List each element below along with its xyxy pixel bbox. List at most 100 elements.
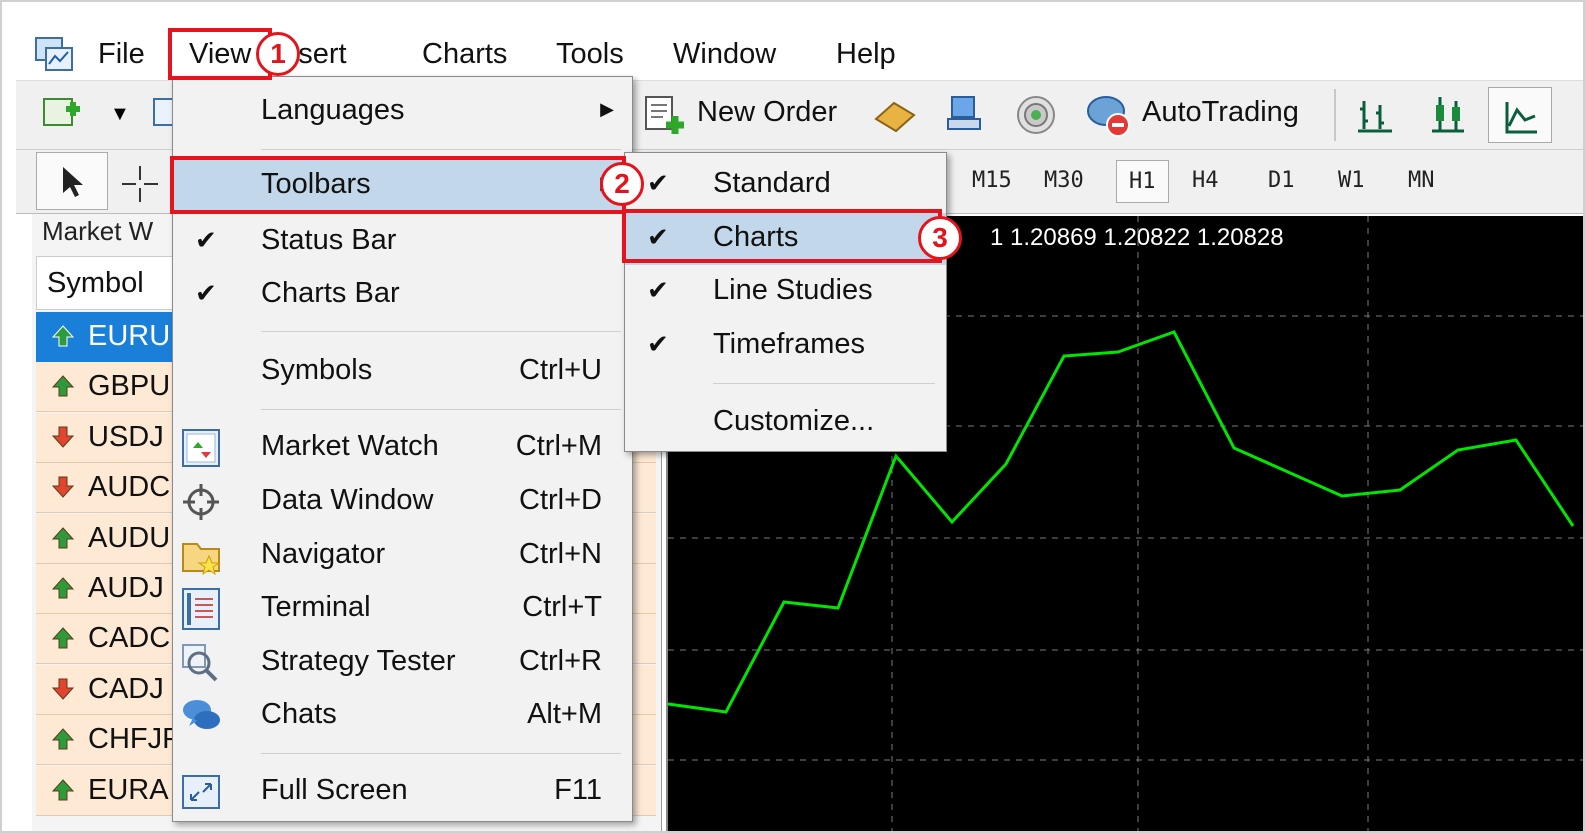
menu-item-toolbars[interactable]: Toolbars ▶ [173, 159, 632, 211]
menu-item-charts-bar[interactable]: ✔ Charts Bar [173, 268, 632, 320]
symbol-name: USDJ [88, 420, 164, 453]
new-order-icon[interactable] [642, 93, 686, 137]
menu-item-shortcut: Ctrl+T [522, 591, 602, 623]
menu-charts[interactable]: Charts [422, 28, 507, 80]
timeframe-mn[interactable]: MN [1404, 166, 1439, 195]
candlestick-chart-icon[interactable] [1428, 93, 1468, 135]
symbol-name: AUDC [88, 471, 171, 504]
symbol-name: AUDU [88, 521, 171, 554]
new-order-button[interactable]: New Order [697, 96, 837, 129]
menu-tools[interactable]: Tools [556, 28, 624, 80]
annotation-badge-1: 1 [256, 32, 300, 76]
meta-editor-icon[interactable] [872, 97, 918, 135]
arrow-down-icon [52, 678, 74, 700]
crosshair-tool-icon[interactable] [120, 164, 160, 204]
timeframe-h1[interactable]: H1 [1116, 160, 1169, 203]
submenu-item-customize[interactable]: Customize... [625, 397, 946, 449]
menu-separator [261, 149, 621, 150]
menu-item-label: Status Bar [261, 224, 397, 256]
timeframe-m30[interactable]: M30 [1040, 166, 1088, 195]
bar-chart-icon[interactable] [1354, 95, 1394, 135]
line-chart-icon [1505, 102, 1537, 134]
chat-bubbles-icon [183, 700, 220, 729]
menu-item-label: Chats [261, 698, 337, 730]
submenu-item-line-studies[interactable]: ✔ Line Studies [625, 266, 946, 318]
menu-item-label: Strategy Tester [261, 645, 456, 677]
toolbar-separator [1334, 89, 1336, 141]
timeframe-w1[interactable]: W1 [1334, 166, 1369, 195]
terminal-toolbar-icon[interactable] [944, 93, 984, 135]
timeframe-m15[interactable]: M15 [968, 166, 1016, 195]
menu-help[interactable]: Help [836, 28, 896, 80]
symbol-name: EURA [88, 773, 169, 806]
submenu-item-label: Standard [713, 167, 831, 199]
arrow-up-icon [52, 375, 74, 397]
check-icon: ✔ [647, 168, 669, 198]
menu-item-market-watch[interactable]: Market Watch Ctrl+M [173, 421, 632, 473]
crosshair-icon [183, 484, 219, 520]
check-icon: ✔ [195, 225, 217, 255]
terminal-icon [182, 588, 220, 630]
strategy-tester-icon [182, 644, 218, 682]
arrow-up-icon [52, 627, 74, 649]
menu-separator [261, 409, 621, 410]
menu-item-shortcut: Ctrl+R [519, 645, 602, 677]
menu-item-strategy-tester[interactable]: Strategy Tester Ctrl+R [173, 636, 632, 688]
autotrading-button[interactable]: AutoTrading [1142, 96, 1299, 129]
menu-item-data-window[interactable]: Data Window Ctrl+D [173, 475, 632, 527]
market-watch-title: Market W [42, 216, 154, 246]
menu-separator [261, 331, 621, 332]
submenu-item-charts[interactable]: ✔ Charts [625, 213, 946, 265]
annotation-badge-2: 2 [600, 162, 644, 206]
timeframe-h4[interactable]: H4 [1188, 166, 1223, 195]
submenu-item-label: Charts [713, 221, 799, 253]
menu-item-terminal[interactable]: Terminal Ctrl+T [173, 582, 632, 634]
cursor-button[interactable] [36, 152, 108, 210]
menu-item-label: Charts Bar [261, 277, 400, 309]
symbol-name: CHFJP [88, 723, 182, 756]
symbol-column-header[interactable]: Symbol [47, 267, 144, 300]
menu-item-chats[interactable]: Chats Alt+M [173, 689, 632, 741]
arrow-up-icon [52, 577, 74, 599]
menu-item-label: Toolbars [261, 168, 371, 200]
line-chart-button[interactable] [1488, 87, 1552, 143]
menu-item-shortcut: Ctrl+N [519, 538, 602, 570]
menu-item-shortcut: Ctrl+M [515, 430, 602, 462]
menu-item-label: Languages [261, 94, 405, 126]
toolbars-submenu: ✔ Standard ✔ Charts ✔ Line Studies ✔ Tim… [624, 152, 947, 452]
symbol-name: EURU [88, 320, 171, 352]
menu-item-navigator[interactable]: Navigator Ctrl+N [173, 529, 632, 581]
new-chart-dropdown-icon[interactable]: ▼ [110, 103, 130, 126]
signals-icon[interactable] [1014, 93, 1058, 137]
autotrading-icon[interactable] [1084, 91, 1134, 139]
check-icon: ✔ [647, 275, 669, 305]
app-logo-icon [35, 37, 73, 71]
menu-file[interactable]: File [98, 28, 145, 80]
view-menu-dropdown: Languages ▶ Toolbars ▶ ✔ Status Bar ✔ Ch… [172, 76, 633, 822]
menu-bar: File View Insert Charts Tools Window Hel… [16, 28, 1583, 80]
menu-view[interactable]: View [189, 28, 251, 80]
submenu-item-label: Timeframes [713, 328, 865, 360]
annotation-badge-3: 3 [918, 216, 962, 260]
arrow-up-icon [52, 778, 74, 801]
arrow-up-icon [52, 325, 74, 347]
menu-item-label: Data Window [261, 484, 434, 516]
symbol-name: CADC [88, 622, 171, 655]
submenu-item-timeframes[interactable]: ✔ Timeframes [625, 320, 946, 372]
menu-separator [261, 753, 621, 754]
menu-item-full-screen[interactable]: Full Screen F11 [173, 765, 632, 817]
menu-window[interactable]: Window [673, 28, 776, 80]
market-watch-icon [182, 429, 220, 467]
symbol-name: AUDJ [88, 572, 164, 604]
menu-item-symbols[interactable]: Symbols Ctrl+U [173, 345, 632, 397]
new-chart-icon[interactable] [42, 95, 82, 131]
metatrader-window: File View Insert Charts Tools Window Hel… [0, 0, 1585, 833]
menu-item-label: Market Watch [261, 430, 439, 462]
submenu-arrow-icon: ▶ [600, 99, 614, 119]
menu-item-shortcut: F11 [554, 774, 602, 806]
check-icon: ✔ [647, 329, 669, 359]
menu-item-languages[interactable]: Languages ▶ [173, 85, 632, 137]
submenu-item-standard[interactable]: ✔ Standard [625, 159, 946, 211]
menu-item-status-bar[interactable]: ✔ Status Bar [173, 215, 632, 267]
timeframe-d1[interactable]: D1 [1264, 166, 1299, 195]
